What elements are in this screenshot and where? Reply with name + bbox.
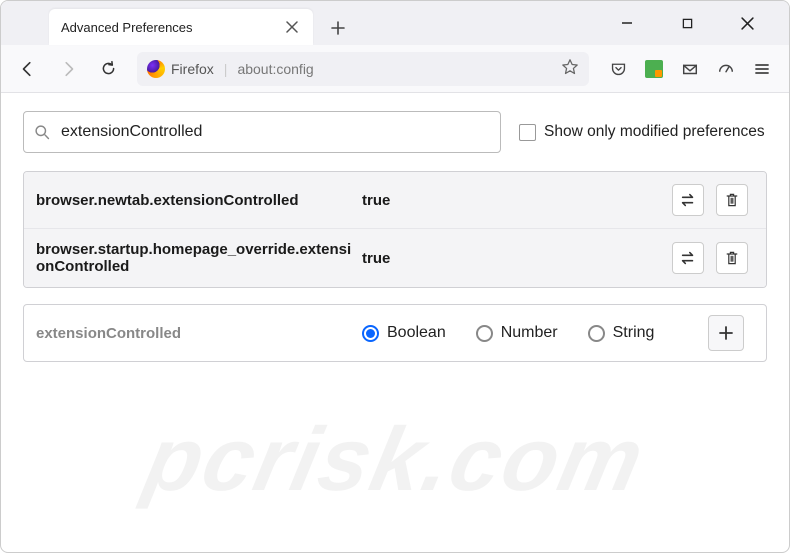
pref-value: true xyxy=(362,250,666,267)
reload-button[interactable] xyxy=(91,52,125,86)
minimize-button[interactable] xyxy=(607,6,647,40)
extension-icon[interactable] xyxy=(637,52,671,86)
trash-icon xyxy=(724,192,740,208)
close-tab-icon[interactable] xyxy=(283,18,301,36)
browser-tab[interactable]: Advanced Preferences xyxy=(49,9,313,45)
watermark: pcrisk.com xyxy=(136,409,653,512)
pref-row: browser.startup.homepage_override.extens… xyxy=(24,229,766,287)
about-config-page: Show only modified preferences browser.n… xyxy=(1,93,789,380)
urlbar-url: about:config xyxy=(237,61,551,77)
checkbox-icon xyxy=(519,124,536,141)
plus-icon xyxy=(718,325,734,341)
show-modified-label: Show only modified preferences xyxy=(544,123,765,141)
type-radio-group: Boolean Number String xyxy=(362,324,702,342)
firefox-logo-icon xyxy=(147,60,165,78)
pref-value: true xyxy=(362,192,666,209)
radio-icon xyxy=(588,325,605,342)
urlbar-separator: | xyxy=(224,61,228,77)
type-radio-boolean[interactable]: Boolean xyxy=(362,324,446,342)
swap-icon xyxy=(679,191,697,209)
close-window-button[interactable] xyxy=(727,6,767,40)
type-radio-string[interactable]: String xyxy=(588,324,655,342)
pref-name: browser.startup.homepage_override.extens… xyxy=(36,241,356,275)
radio-label: Number xyxy=(501,324,558,342)
swap-icon xyxy=(679,249,697,267)
url-bar[interactable]: Firefox | about:config xyxy=(137,52,589,86)
toolbar: Firefox | about:config xyxy=(1,45,789,93)
radio-icon xyxy=(476,325,493,342)
forward-button[interactable] xyxy=(51,52,85,86)
delete-button[interactable] xyxy=(716,184,748,216)
radio-label: Boolean xyxy=(387,324,446,342)
bookmark-star-icon[interactable] xyxy=(561,58,579,79)
titlebar: Advanced Preferences xyxy=(1,1,789,45)
toggle-button[interactable] xyxy=(672,242,704,274)
pocket-icon[interactable] xyxy=(601,52,635,86)
radio-icon xyxy=(362,325,379,342)
show-modified-checkbox[interactable]: Show only modified preferences xyxy=(519,123,765,141)
back-button[interactable] xyxy=(11,52,45,86)
search-icon xyxy=(34,124,51,141)
search-row: Show only modified preferences xyxy=(23,111,767,153)
pref-list: browser.newtab.extensionControlled true … xyxy=(23,171,767,288)
new-tab-button[interactable] xyxy=(323,13,353,43)
urlbar-brand: Firefox xyxy=(171,61,214,77)
toolbar-actions xyxy=(601,52,779,86)
pref-name: browser.newtab.extensionControlled xyxy=(36,192,356,209)
urlbar-identity: Firefox xyxy=(147,60,214,78)
type-radio-number[interactable]: Number xyxy=(476,324,558,342)
inbox-icon[interactable] xyxy=(673,52,707,86)
trash-icon xyxy=(724,250,740,266)
pref-search-input[interactable] xyxy=(61,123,490,141)
new-pref-name: extensionControlled xyxy=(36,325,356,342)
delete-button[interactable] xyxy=(716,242,748,274)
maximize-button[interactable] xyxy=(667,6,707,40)
browser-window: Advanced Preferences xyxy=(0,0,790,553)
radio-label: String xyxy=(613,324,655,342)
add-pref-button[interactable] xyxy=(708,315,744,351)
menu-icon[interactable] xyxy=(745,52,779,86)
dashboard-icon[interactable] xyxy=(709,52,743,86)
toggle-button[interactable] xyxy=(672,184,704,216)
add-pref-row: extensionControlled Boolean Number Strin… xyxy=(23,304,767,362)
tab-title: Advanced Preferences xyxy=(61,20,193,35)
pref-row: browser.newtab.extensionControlled true xyxy=(24,172,766,229)
pref-search-box[interactable] xyxy=(23,111,501,153)
window-controls xyxy=(607,1,785,45)
